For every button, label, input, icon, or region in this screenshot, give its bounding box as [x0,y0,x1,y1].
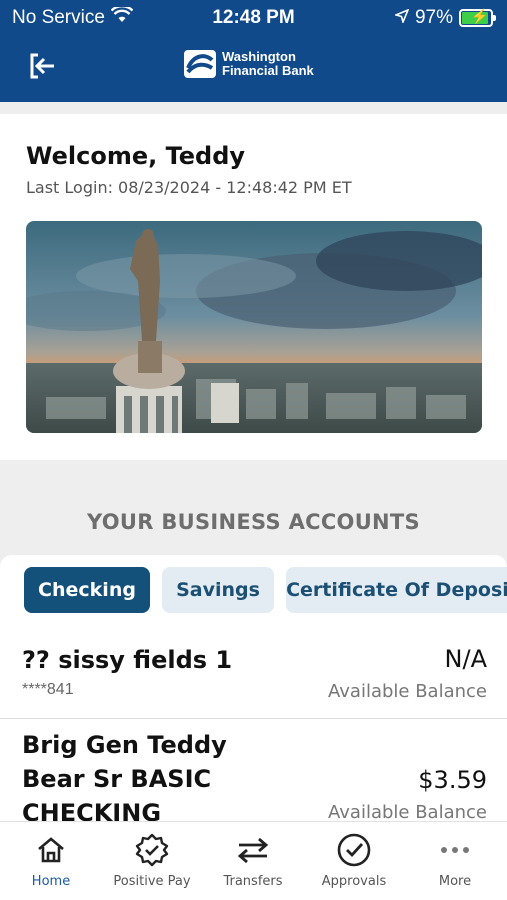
bank-logo-mark-icon [184,50,216,78]
bank-logo-text: Washington Financial Bank [222,50,314,78]
hero-image [26,221,482,433]
account-balance-label: Available Balance [328,681,487,702]
nav-more[interactable]: More [405,832,505,889]
nav-label-positive-pay: Positive Pay [113,874,191,889]
account-tabs: Checking Savings Certificate Of Deposit [0,555,507,625]
account-name-line: Brig Gen Teddy [22,731,227,759]
brand-line2: Financial Bank [222,63,314,78]
badge-check-icon [134,832,170,868]
nav-transfers[interactable]: Transfers [203,832,303,889]
welcome-title: Welcome, Teddy [26,142,246,170]
status-bar: No Service 12:48 PM 97% ⚡ [0,0,507,34]
brand-line1: Washington [222,49,296,64]
account-balance: N/A [444,645,487,673]
logout-icon [26,50,58,87]
nav-home[interactable]: Home [1,832,101,889]
nav-label-approvals: Approvals [321,874,387,889]
nav-label-transfers: Transfers [223,874,283,889]
section-title: YOUR BUSINESS ACCOUNTS [87,510,420,534]
transfer-arrows-icon [236,832,270,868]
nav-label-more: More [438,874,472,889]
account-name: ?? sissy fields 1 [22,646,233,674]
nav-approvals[interactable]: Approvals [304,832,404,889]
nav-positive-pay[interactable]: Positive Pay [102,832,202,889]
more-dots-icon [440,832,470,868]
home-icon [35,832,67,868]
account-row[interactable]: ?? sissy fields 1 ****841 N/A Available … [0,625,507,719]
tab-certificate-of-deposit[interactable]: Certificate Of Deposit [286,567,507,613]
city-skyline-image [26,221,482,433]
battery-icon: ⚡ [459,8,496,27]
app-header: No Service 12:48 PM 97% ⚡ Washington Fin… [0,0,507,102]
bank-logo: Washington Financial Bank [184,50,314,78]
battery-percent: 97% [414,7,453,28]
account-name-line: Bear Sr BASIC [22,765,212,793]
account-balance: $3.59 [418,766,487,794]
logout-button[interactable] [22,50,62,86]
bottom-nav: Home Positive Pay Transfers Approvals Mo… [0,821,507,900]
tab-savings[interactable]: Savings [162,567,274,613]
account-balance-label: Available Balance [328,802,487,821]
welcome-card: Welcome, Teddy Last Login: 08/23/2024 - … [0,114,507,460]
nav-label-home: Home [31,874,71,889]
last-login: Last Login: 08/23/2024 - 12:48:42 PM ET [26,178,352,197]
check-circle-icon [336,832,372,868]
account-row[interactable]: Brig Gen Teddy Bear Sr BASIC CHECKING $3… [0,720,507,821]
account-name-line: CHECKING [22,799,162,821]
header-nav-row: Washington Financial Bank [0,44,507,96]
status-right: 97% ⚡ [393,7,496,29]
accounts-list: ?? sissy fields 1 ****841 N/A Available … [0,625,507,821]
location-arrow-icon [393,7,410,29]
tab-checking[interactable]: Checking [24,567,150,613]
account-number: ****841 [22,681,74,698]
